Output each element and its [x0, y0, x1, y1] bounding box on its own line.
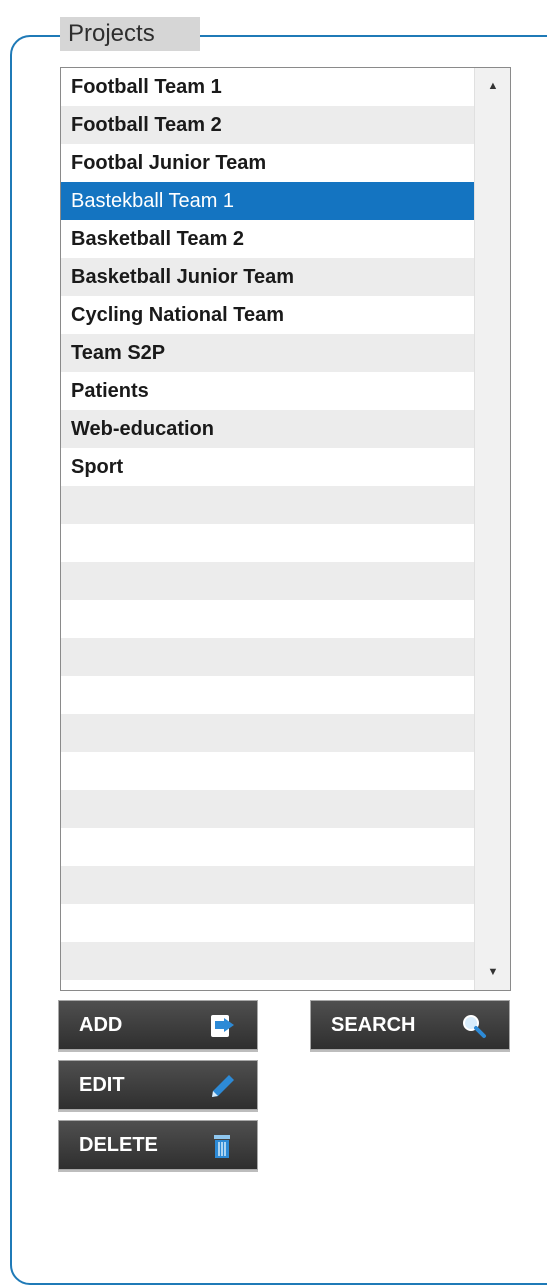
- empty-list-row: [61, 752, 475, 790]
- empty-list-row: [61, 524, 475, 562]
- empty-list-row: [61, 866, 475, 904]
- panel-title: Projects: [60, 17, 200, 51]
- list-item[interactable]: Web-education: [61, 410, 475, 448]
- projects-listbox[interactable]: Football Team 1 Football Team 2 Footbal Ju…: [60, 67, 511, 991]
- empty-list-row: [61, 600, 475, 638]
- delete-button[interactable]: DELETE: [58, 1120, 258, 1170]
- list-item[interactable]: Basketball Junior Team: [61, 258, 475, 296]
- search-button-label: SEARCH: [331, 1014, 416, 1036]
- search-button[interactable]: SEARCH: [310, 1000, 510, 1050]
- add-button[interactable]: ADD: [58, 1000, 258, 1050]
- list-item[interactable]: Footbal Junior Team: [61, 144, 475, 182]
- list-item[interactable]: Bastekball Team 1: [61, 182, 475, 220]
- scroll-down-icon[interactable]: ▼: [475, 960, 510, 984]
- empty-list-row: [61, 904, 475, 942]
- empty-list-row: [61, 486, 475, 524]
- list-item[interactable]: Team S2P: [61, 334, 475, 372]
- listbox-scrollbar[interactable]: ▲ ▼: [474, 68, 510, 990]
- empty-list-row: [61, 562, 475, 600]
- empty-list-row: [61, 790, 475, 828]
- empty-list-row: [61, 942, 475, 980]
- edit-button[interactable]: EDIT: [58, 1060, 258, 1110]
- empty-list-row: [61, 828, 475, 866]
- list-item[interactable]: Sport: [61, 448, 475, 486]
- empty-list-row: [61, 676, 475, 714]
- add-document-icon: [209, 1013, 235, 1039]
- empty-list-row: [61, 714, 475, 752]
- delete-button-label: DELETE: [79, 1134, 158, 1156]
- list-item[interactable]: Football Team 1: [61, 68, 475, 106]
- pencil-icon: [209, 1073, 235, 1099]
- add-button-label: ADD: [79, 1014, 123, 1036]
- empty-list-row: [61, 638, 475, 676]
- scroll-up-icon[interactable]: ▲: [475, 74, 510, 98]
- edit-button-label: EDIT: [79, 1074, 125, 1096]
- project-rows: Football Team 1 Football Team 2 Footbal Ju…: [61, 68, 475, 980]
- magnifier-icon: [461, 1013, 487, 1039]
- list-item[interactable]: Football Team 2: [61, 106, 475, 144]
- list-item[interactable]: Cycling National Team: [61, 296, 475, 334]
- list-item[interactable]: Basketball Team 2: [61, 220, 475, 258]
- list-item[interactable]: Patients: [61, 372, 475, 410]
- trash-icon: [209, 1133, 235, 1159]
